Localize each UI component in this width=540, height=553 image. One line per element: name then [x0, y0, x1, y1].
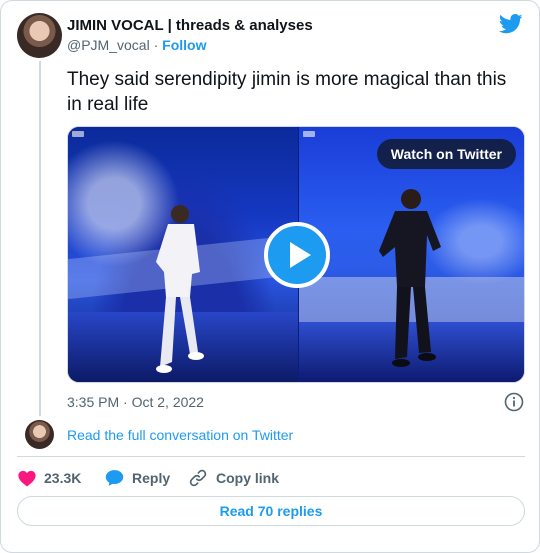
- link-icon: [189, 469, 207, 487]
- twitter-bird-icon[interactable]: [499, 13, 523, 35]
- read-full-conversation-link[interactable]: Read the full conversation on Twitter: [67, 427, 293, 443]
- like-count: 23.3K: [44, 470, 82, 486]
- tweet-text: They said serendipity jimin is more magi…: [67, 69, 507, 115]
- author-name[interactable]: JIMIN VOCAL | threads & analyses: [67, 17, 313, 34]
- play-icon: [290, 242, 311, 268]
- speech-bubble-icon: [105, 470, 124, 486]
- actions-divider: [17, 456, 525, 457]
- read-replies-button[interactable]: Read 70 replies: [17, 496, 525, 526]
- handle-separator: ·: [153, 37, 159, 53]
- heart-icon: [18, 470, 36, 486]
- dancer-white-outfit: [156, 205, 204, 373]
- dancer-black-outfit: [379, 189, 441, 367]
- play-button[interactable]: [264, 222, 330, 288]
- watch-on-twitter-button[interactable]: Watch on Twitter: [376, 139, 516, 169]
- reply-button[interactable]: Reply: [105, 467, 170, 489]
- like-button[interactable]: 23.3K: [18, 467, 81, 489]
- copy-link-button[interactable]: Copy link: [188, 467, 279, 489]
- info-icon[interactable]: [504, 392, 524, 412]
- broadcast-tag-right: [303, 131, 315, 137]
- tweet-embed-card: JIMIN VOCAL | threads & analyses @PJM_vo…: [0, 0, 540, 553]
- copy-link-label: Copy link: [216, 470, 280, 486]
- broadcast-tag-left: [72, 131, 84, 137]
- reply-label: Reply: [132, 470, 171, 486]
- tweet-video[interactable]: Watch on Twitter: [67, 126, 525, 383]
- author-handle[interactable]: @PJM_vocal: [67, 37, 150, 53]
- tweet-timestamp[interactable]: 3:35 PM · Oct 2, 2022: [67, 394, 204, 410]
- thread-author-avatar[interactable]: [25, 420, 54, 449]
- author-handle-line: @PJM_vocal · Follow: [67, 37, 206, 53]
- thread-connector-line: [39, 61, 41, 416]
- author-avatar[interactable]: [17, 13, 62, 58]
- follow-link[interactable]: Follow: [162, 37, 206, 53]
